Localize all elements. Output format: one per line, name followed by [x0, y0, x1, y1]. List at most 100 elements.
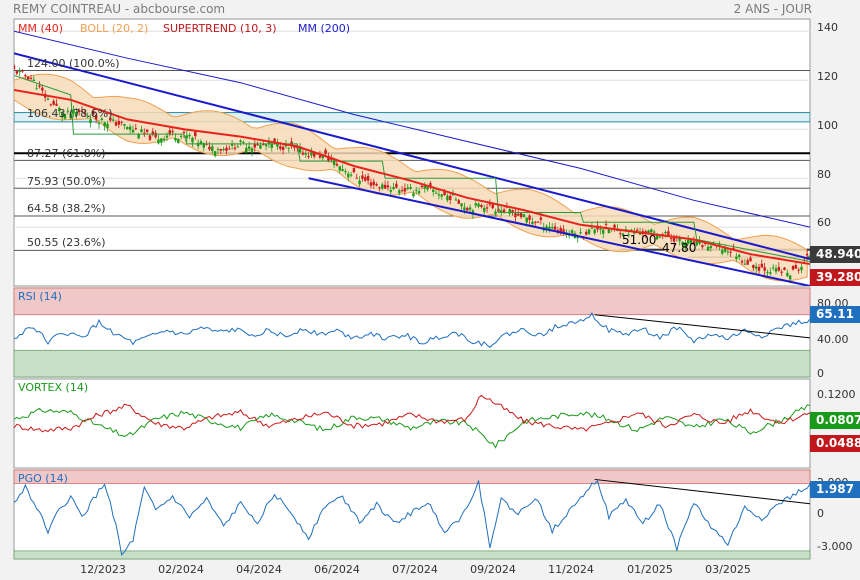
candle-body [440, 194, 443, 197]
badge-vortex-minus: 0.0488 [810, 435, 860, 452]
chart-title: REMY COINTREAU - abcbourse.com [13, 2, 226, 16]
candle-body [752, 264, 755, 269]
candle-body [349, 174, 353, 176]
candle-body [709, 246, 713, 249]
candle-body [522, 214, 526, 217]
candle-body [528, 215, 531, 220]
candle-body [182, 131, 186, 133]
candle-body [137, 134, 140, 139]
candle-body [281, 146, 285, 150]
candle-body [247, 146, 251, 149]
candle-body [791, 265, 795, 270]
candle-body [517, 213, 520, 216]
candle-body [786, 272, 789, 277]
candle-body [454, 199, 458, 201]
annotation-51: 51.00 [622, 233, 657, 247]
candle-body [602, 229, 605, 234]
candle-body [797, 269, 800, 271]
chart-period: 2 ANS - JOUR [733, 2, 812, 16]
xtick-label: 07/2024 [392, 563, 438, 576]
candle-body [324, 149, 327, 154]
candle-body [188, 134, 191, 137]
candle-body [664, 231, 667, 234]
candle-body [398, 190, 401, 194]
pgo-title: PGO (14) [18, 472, 68, 485]
candle-body [177, 138, 180, 143]
candle-body [508, 209, 511, 214]
candle-body [341, 169, 344, 171]
candle-body [409, 187, 412, 189]
candle-body [763, 267, 766, 271]
candle-body [154, 132, 157, 138]
xtick-label: 12/2023 [80, 563, 126, 576]
candle-body [157, 139, 160, 144]
candle-body [287, 147, 290, 149]
badge-supertrend: 39.280 [810, 269, 860, 286]
candle-body [480, 204, 483, 208]
candle-body [29, 77, 33, 79]
candle-body [794, 265, 798, 269]
candle-body [720, 250, 724, 254]
candle-body [120, 121, 123, 123]
xtick-label: 09/2024 [470, 563, 516, 576]
candle-body [723, 248, 727, 252]
ytick-60: 60 [817, 216, 831, 229]
fib-label-786: 106.43 (78.6%) [27, 107, 113, 120]
candle-body [587, 229, 591, 234]
candle-body [14, 65, 16, 70]
candle-body [599, 228, 602, 230]
candle-body [760, 263, 764, 268]
candle-body [457, 200, 460, 204]
candle-body [174, 137, 177, 141]
candle-body [706, 246, 710, 251]
candle-body [106, 123, 109, 128]
pgo-tick-m3: -3.000 [817, 540, 853, 553]
candle-body [208, 146, 211, 150]
candle-body [236, 146, 239, 148]
candle-body [355, 177, 358, 179]
candle-body [553, 226, 557, 230]
candle-body [160, 138, 163, 143]
candle-body [55, 103, 58, 106]
candle-body [301, 152, 305, 155]
candle-body [434, 192, 438, 194]
candle-body [352, 167, 356, 173]
candle-body [162, 138, 166, 141]
candle-body [307, 156, 310, 158]
candle-body [213, 151, 217, 156]
candle-body [145, 129, 149, 132]
candle-body [131, 129, 135, 133]
pgo-oversold-zone [13, 550, 811, 560]
candle-body [658, 236, 662, 238]
candle-body [242, 141, 245, 143]
candle-body [222, 148, 225, 151]
candle-body [570, 230, 574, 233]
candle-body [669, 238, 673, 240]
candle-body [777, 267, 781, 271]
rsi-tick-40: 40.00 [817, 333, 849, 346]
candle-body [259, 145, 262, 149]
badge-pgo: 1.987 [810, 481, 860, 498]
candle-body [185, 135, 188, 139]
candle-body [389, 190, 392, 192]
candle-body [216, 149, 220, 151]
candle-body [338, 166, 341, 171]
candle-body [551, 227, 554, 229]
candle-body [123, 124, 126, 126]
pgo-tick-0: 0 [817, 507, 824, 520]
candle-body [593, 229, 596, 234]
candle-body [534, 221, 537, 223]
candle-body [253, 144, 256, 148]
candle-body [536, 221, 540, 223]
candle-body [228, 148, 231, 150]
candle-body [650, 229, 653, 233]
candle-body [21, 70, 24, 72]
vortex-tick-012: 0.1200 [817, 388, 856, 401]
candle-body [381, 184, 384, 189]
candle-body [250, 148, 254, 153]
vortex-panel [13, 378, 811, 469]
candle-body [735, 256, 738, 260]
candle-body [531, 221, 534, 224]
candle-body [559, 228, 562, 232]
legend-boll: BOLL (20, 2) [80, 22, 149, 35]
